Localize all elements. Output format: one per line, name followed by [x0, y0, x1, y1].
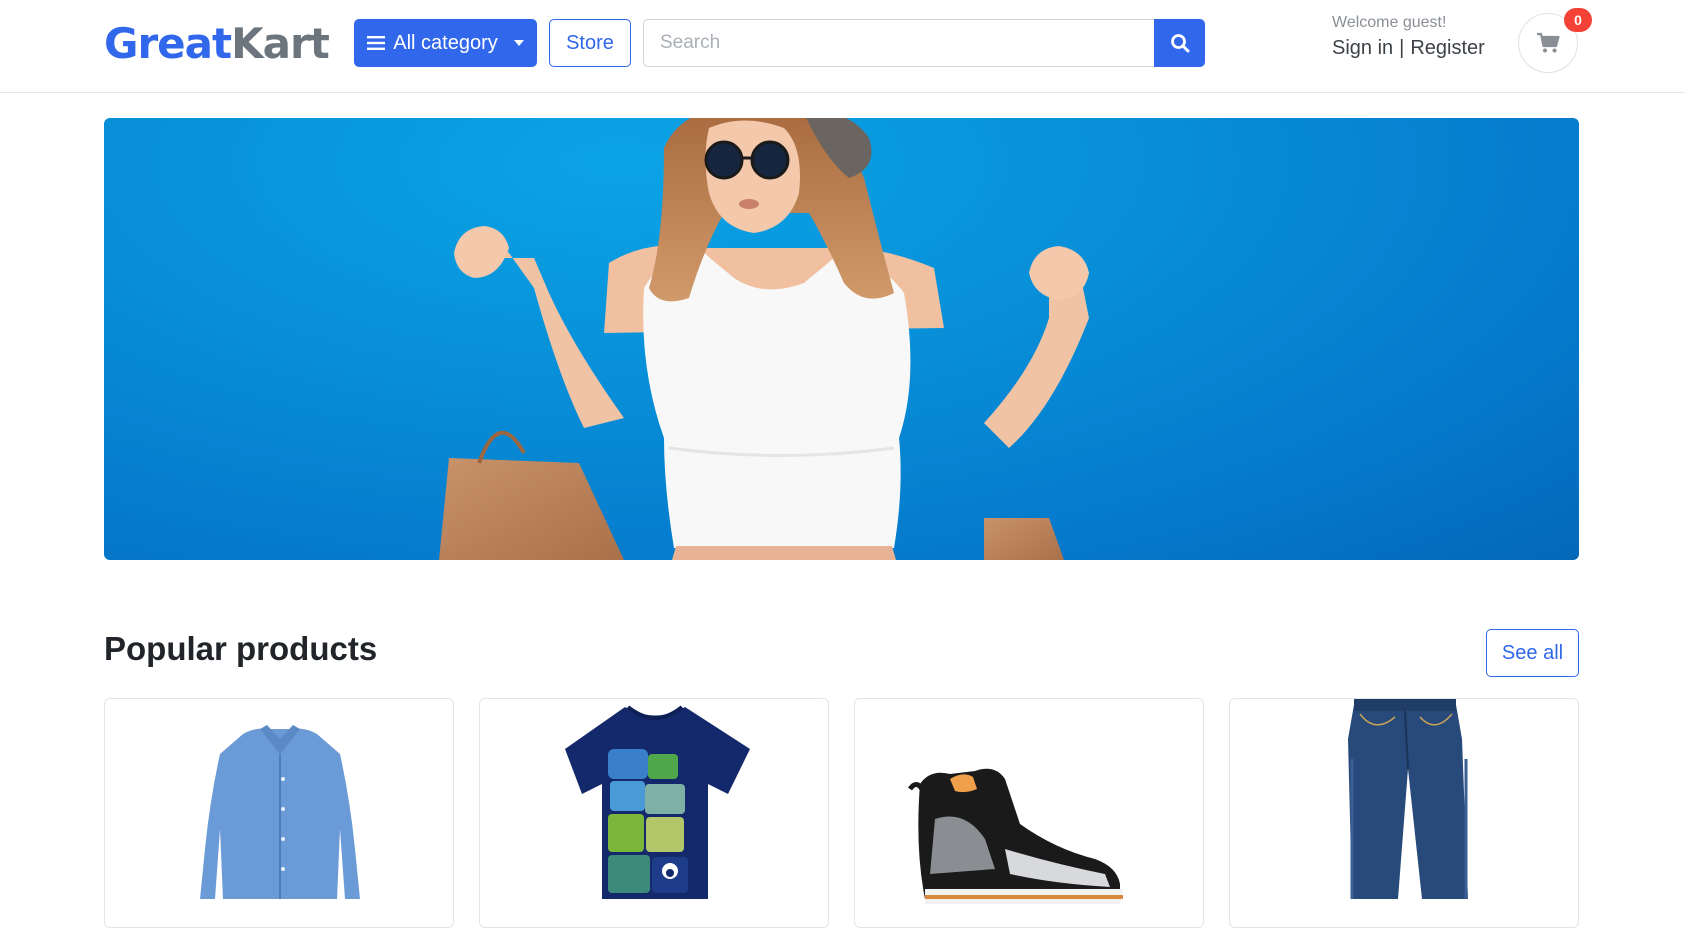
brand-name-kart: Kart: [231, 19, 330, 68]
see-all-button[interactable]: See all: [1486, 629, 1579, 677]
banner-woman-image: [439, 118, 1089, 560]
product-card-tshirt[interactable]: [479, 698, 829, 928]
welcome-text: Welcome guest!: [1332, 14, 1447, 31]
brand-name-great: Great: [104, 19, 232, 68]
auth-links: Sign in | Register: [1332, 37, 1485, 60]
all-category-button[interactable]: All category: [354, 19, 537, 67]
see-all-label: See all: [1501, 641, 1564, 664]
cart-count-badge: 0: [1564, 8, 1592, 32]
all-category-label: All category: [393, 31, 498, 54]
popular-products-title: Popular products: [104, 630, 378, 667]
brand-logo[interactable]: GreatKart: [104, 18, 330, 70]
shopping-cart-icon: [1537, 32, 1560, 53]
menu-bars-icon: [367, 36, 386, 50]
jeans-icon: [1348, 699, 1468, 899]
hero-banner[interactable]: [104, 118, 1579, 560]
search-icon: [1170, 34, 1189, 53]
tshirt-icon: [565, 705, 750, 899]
search-form: [643, 19, 1205, 67]
product-card-shirt[interactable]: [104, 698, 454, 928]
search-input[interactable]: [643, 19, 1154, 67]
search-button[interactable]: [1154, 19, 1205, 67]
caret-down-icon: [513, 40, 524, 46]
auth-separator: |: [1399, 37, 1405, 59]
signin-link[interactable]: Sign in: [1332, 37, 1393, 60]
shirt-icon: [200, 725, 360, 899]
register-link[interactable]: Register: [1410, 37, 1484, 60]
product-card-jeans[interactable]: [1229, 698, 1579, 928]
product-card-sneaker[interactable]: [854, 698, 1204, 928]
store-label: Store: [566, 31, 614, 54]
site-header: GreatKart All category Store Welcome gue…: [0, 0, 1685, 93]
product-grid: [104, 698, 1579, 928]
store-button[interactable]: Store: [549, 19, 631, 67]
sneaker-icon: [907, 768, 1123, 904]
